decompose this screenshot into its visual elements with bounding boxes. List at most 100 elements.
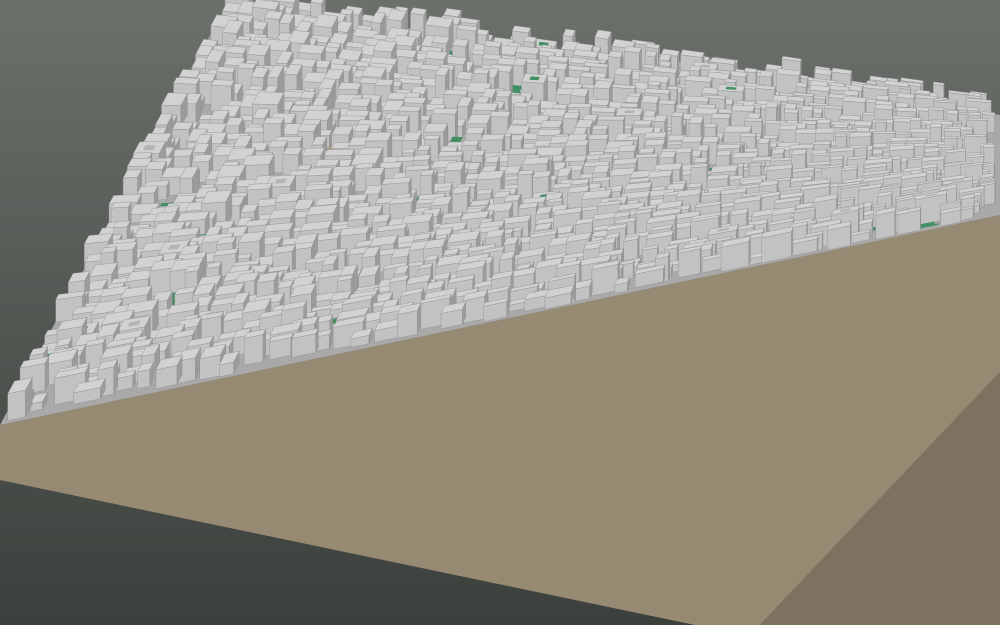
building-roof <box>348 97 372 107</box>
building-roof <box>895 102 909 108</box>
building-roof <box>659 60 672 67</box>
building-roof <box>659 150 677 159</box>
building-roof <box>854 120 873 127</box>
building-roof <box>675 103 690 110</box>
building-roof <box>710 113 732 119</box>
building-roof <box>791 149 807 156</box>
building-roof <box>401 148 416 154</box>
building-roof <box>816 118 832 124</box>
building-roof <box>800 105 814 112</box>
building-roof <box>762 135 779 139</box>
building-roof <box>354 163 375 169</box>
building-roof <box>830 155 844 161</box>
building-roof <box>297 123 318 132</box>
building-roof <box>759 70 774 78</box>
city-model-canvas[interactable] <box>0 0 1000 625</box>
building-roof <box>337 81 362 91</box>
building-roof <box>923 142 939 148</box>
building-roof <box>944 128 961 132</box>
building-roof <box>765 101 779 108</box>
building-roof <box>671 111 684 117</box>
building-roof <box>607 50 624 59</box>
building-roof <box>564 155 587 162</box>
building-roof <box>591 125 609 131</box>
building-roof <box>443 89 469 96</box>
building-roof <box>324 148 355 157</box>
building-roof <box>588 106 617 113</box>
building-roof <box>784 103 797 110</box>
building-roof <box>480 134 506 141</box>
building-roof <box>431 108 459 115</box>
building-roof <box>701 136 720 144</box>
building-roof <box>215 66 236 73</box>
building-roof <box>472 68 490 75</box>
building-roof <box>302 109 333 121</box>
building-roof <box>909 128 934 133</box>
building-roof <box>484 156 501 164</box>
building-roof <box>241 154 275 166</box>
building-roof <box>757 137 771 144</box>
building-roof <box>294 99 312 106</box>
building-roof <box>488 111 511 118</box>
building-roof <box>674 147 693 154</box>
building-roof <box>873 130 896 134</box>
building-roof <box>110 201 132 209</box>
building-roof <box>476 188 494 195</box>
building-roof <box>910 117 922 121</box>
building-roof <box>471 102 499 111</box>
building-roof <box>171 122 194 130</box>
building-roof <box>521 156 551 166</box>
building-roof <box>833 124 849 128</box>
building-roof <box>643 132 667 139</box>
building-roof <box>896 106 917 113</box>
building-roof <box>436 186 453 192</box>
building-roof <box>778 125 798 131</box>
3d-viewport[interactable] <box>0 0 1000 625</box>
building-roof <box>210 79 235 87</box>
building-roof <box>437 151 464 157</box>
building-roof <box>833 129 857 133</box>
building-roof <box>178 69 201 78</box>
building-roof <box>596 115 626 121</box>
building-roof <box>526 99 542 107</box>
building-roof <box>594 29 612 40</box>
building-roof <box>302 147 326 157</box>
building-roof <box>946 109 959 115</box>
building-roof <box>730 104 756 112</box>
building-roof <box>567 102 592 109</box>
courtyard <box>624 110 635 114</box>
building-roof <box>598 153 614 159</box>
building-roof <box>874 104 894 110</box>
building-roof <box>624 95 641 103</box>
building-roof <box>402 96 427 104</box>
building-roof <box>688 116 704 124</box>
building-roof <box>617 144 638 153</box>
building-roof <box>640 95 660 104</box>
building-roof <box>875 94 890 101</box>
building-roof <box>358 77 379 84</box>
building-roof <box>422 123 448 133</box>
building-roof <box>689 65 702 72</box>
building-roof <box>172 148 194 157</box>
building-roof <box>424 50 448 60</box>
building-roof <box>593 80 613 89</box>
building-wall-side <box>455 108 458 142</box>
building-roof <box>744 117 763 122</box>
building-roof <box>562 112 581 119</box>
building-roof <box>461 140 480 146</box>
building-roof <box>173 77 200 85</box>
building-roof <box>614 67 633 76</box>
building-roof <box>943 136 958 140</box>
building-roof <box>465 126 485 134</box>
building-roof <box>564 139 590 147</box>
building-roof <box>306 167 333 177</box>
building-roof <box>466 114 492 125</box>
courtyard <box>529 76 540 81</box>
building-roof <box>930 123 942 128</box>
building-roof <box>724 78 737 83</box>
building-roof <box>875 120 887 123</box>
building-roof <box>191 154 214 163</box>
building-roof <box>638 147 656 154</box>
building-roof <box>225 45 247 54</box>
building-roof <box>703 123 718 128</box>
